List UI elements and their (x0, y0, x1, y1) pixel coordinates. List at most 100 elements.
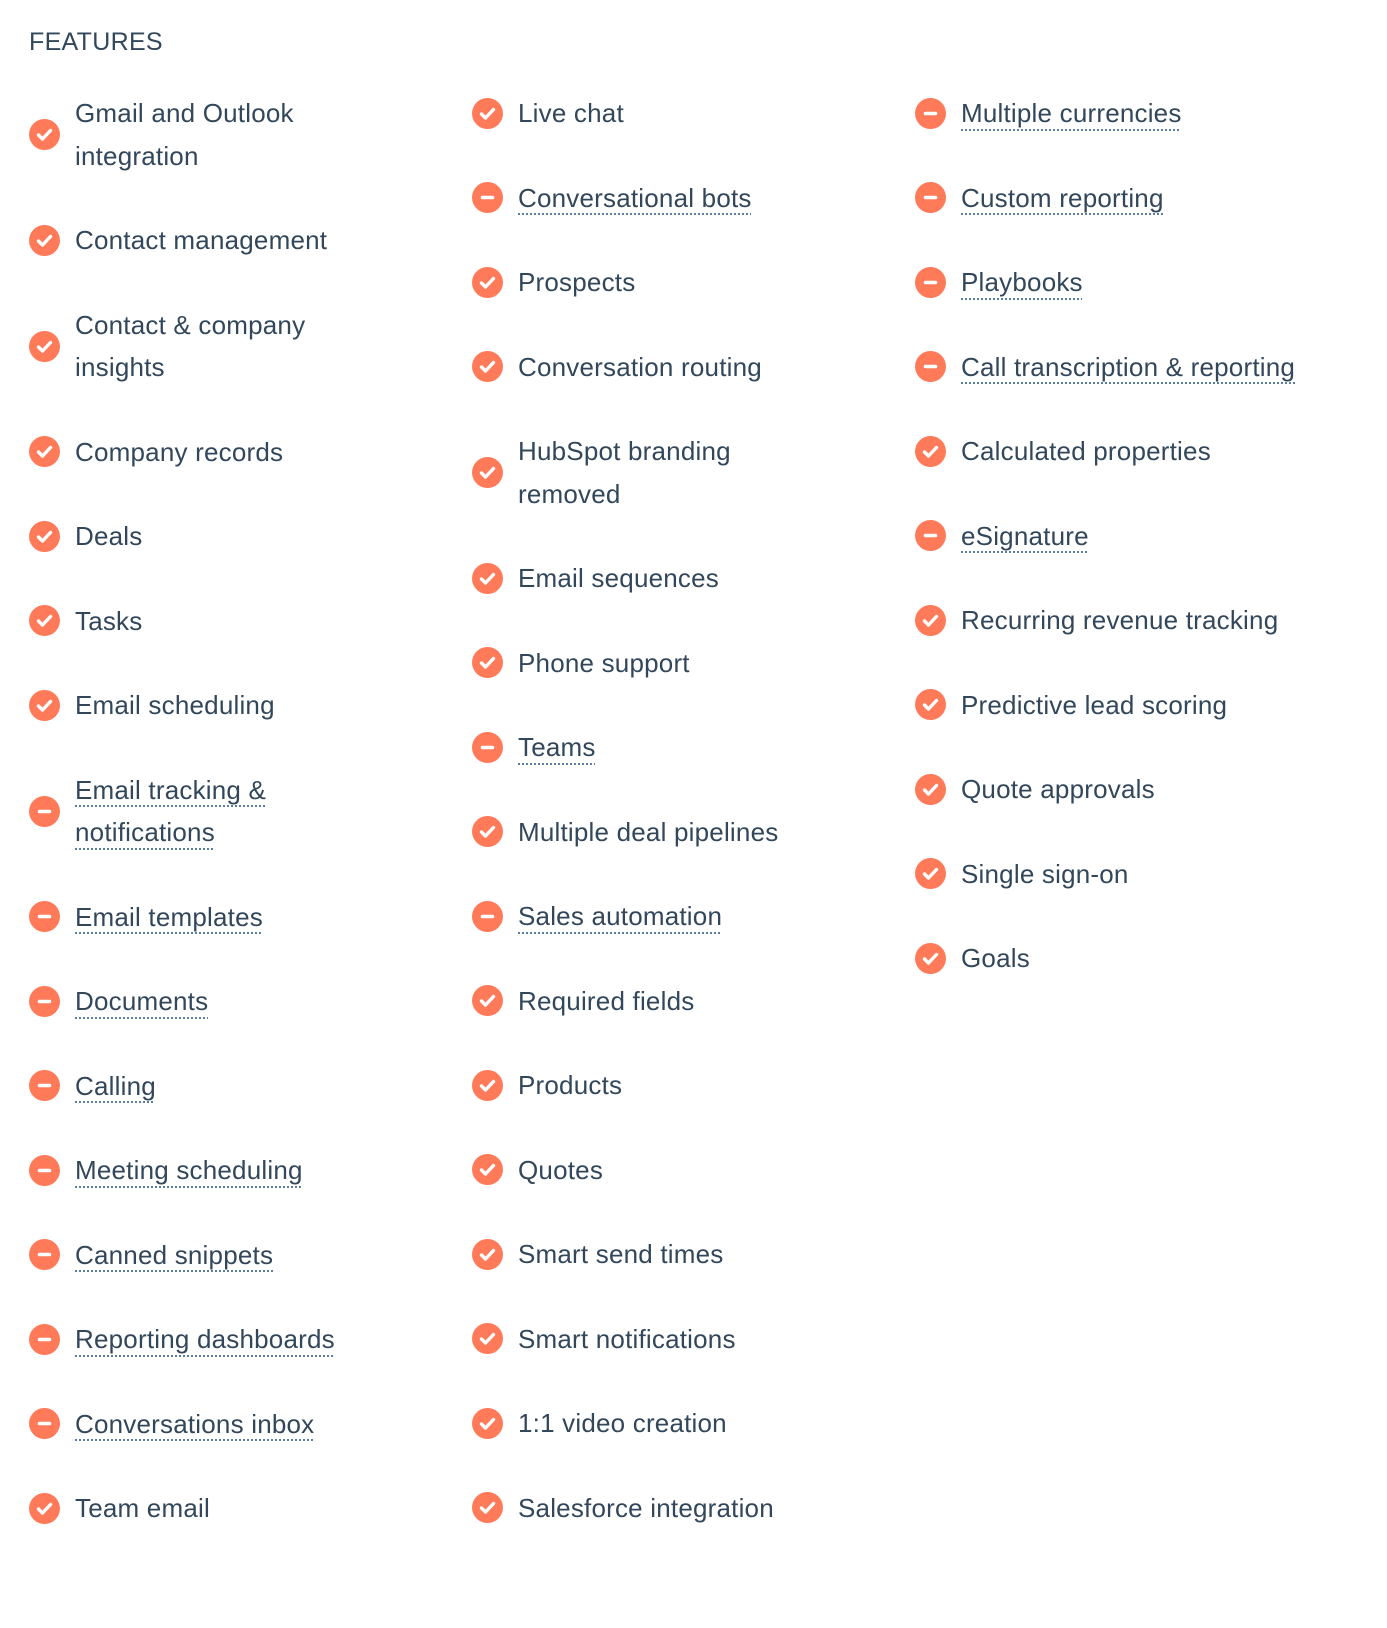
feature-label: Company records (75, 436, 284, 467)
feature-item: Deals (29, 515, 472, 558)
feature-item: Call transcription & reporting (915, 346, 1358, 389)
checkmark-glyph (36, 530, 53, 543)
feature-label: Contact management (75, 225, 328, 255)
check-circle-icon (472, 351, 503, 383)
checkmark-glyph (36, 699, 53, 712)
minus-glyph (37, 1083, 52, 1088)
feature-label-tooltip-trigger[interactable]: Multiple currencies (961, 92, 1182, 135)
feature-item: Sales automation (472, 895, 915, 938)
check-circle-icon (915, 435, 946, 467)
checkmark-glyph (479, 361, 496, 373)
checkmark-glyph (36, 340, 53, 353)
feature-label-tooltip-trigger[interactable]: eSignature (961, 515, 1089, 558)
minus-glyph (923, 280, 938, 285)
feature-label: Gmail and Outlook integration (75, 98, 294, 171)
feature-item: Email scheduling (29, 684, 472, 727)
minus-circle-icon (29, 1239, 60, 1271)
feature-item: Conversation routing (472, 346, 915, 389)
feature-item: Single sign-on (915, 853, 1358, 896)
minus-circle-icon (472, 182, 503, 214)
feature-item: Smart notifications (472, 1318, 915, 1361)
check-circle-icon (472, 1069, 503, 1101)
feature-label-tooltip-trigger[interactable]: Playbooks (961, 261, 1083, 304)
check-circle-icon (29, 605, 60, 637)
minus-glyph (37, 809, 52, 813)
minus-glyph (37, 999, 52, 1004)
feature-label-tooltip-trigger[interactable]: Calling (75, 1065, 156, 1108)
feature-item: Quotes (472, 1149, 915, 1192)
minus-circle-icon (915, 266, 946, 298)
minus-glyph (37, 914, 52, 919)
feature-label-tooltip-trigger[interactable]: Call transcription & reporting (961, 346, 1295, 389)
feature-label-tooltip-trigger[interactable]: Conversational bots (518, 177, 752, 220)
minus-circle-icon (472, 900, 503, 932)
feature-item: Tasks (29, 600, 472, 643)
check-circle-icon (472, 457, 503, 488)
feature-label: Quote approvals (961, 774, 1155, 804)
feature-label-tooltip-trigger[interactable]: Email templates (75, 896, 263, 939)
feature-item: Meeting scheduling (29, 1149, 472, 1192)
checkmark-glyph (479, 572, 496, 585)
feature-label-tooltip-trigger[interactable]: Reporting dashboards (75, 1318, 335, 1361)
feature-item: Prospects (472, 261, 915, 304)
check-circle-icon (29, 330, 60, 362)
minus-glyph (923, 195, 938, 200)
feature-item: Quote approvals (915, 768, 1358, 811)
feature-label-tooltip-trigger[interactable]: Canned snippets (75, 1234, 273, 1277)
feature-item: Calling (29, 1065, 472, 1108)
feature-item: Products (472, 1064, 915, 1107)
feature-label: Required fields (518, 985, 695, 1016)
feature-item: Contact & company insights (29, 304, 472, 389)
feature-label: Quotes (518, 1154, 604, 1185)
feature-item: 1:1 video creation (472, 1402, 915, 1445)
feature-item: Conversational bots (472, 177, 915, 220)
feature-item: Documents (29, 980, 472, 1023)
checkmark-glyph (36, 234, 53, 247)
feature-label-tooltip-trigger[interactable]: Sales automation (518, 895, 722, 938)
checkmark-glyph (479, 466, 496, 479)
checkmark-glyph (922, 614, 939, 627)
feature-label: Live chat (518, 98, 624, 128)
check-circle-icon (472, 1238, 503, 1270)
features-column-2: Live chat Conversational bots Prospects Con… (472, 92, 915, 1572)
feature-item: Company records (29, 431, 472, 474)
feature-label: Team email (75, 1493, 210, 1523)
checkmark-glyph (922, 783, 939, 796)
check-circle-icon (915, 689, 946, 721)
minus-glyph (923, 111, 938, 116)
feature-item: Teams (472, 726, 915, 769)
feature-label-tooltip-trigger[interactable]: Teams (518, 726, 596, 769)
check-circle-icon (29, 436, 60, 468)
feature-label: Salesforce integration (518, 1492, 774, 1523)
check-circle-icon (472, 1323, 503, 1355)
feature-label-tooltip-trigger[interactable]: Conversations inbox (75, 1403, 314, 1446)
feature-label: 1:1 video creation (518, 1408, 727, 1438)
feature-label-tooltip-trigger[interactable]: Documents (75, 980, 208, 1023)
minus-glyph (480, 195, 495, 200)
feature-label: Single sign-on (961, 858, 1129, 889)
checkmark-glyph (36, 446, 53, 458)
feature-item: Phone support (472, 642, 915, 685)
feature-label-tooltip-trigger[interactable]: Email tracking & notifications (75, 769, 365, 854)
features-column-3: Multiple currencies Custom reporting Playb… (915, 92, 1358, 1572)
minus-glyph (37, 1252, 52, 1257)
checkmark-glyph (36, 615, 53, 627)
feature-item: Contact management (29, 219, 472, 262)
feature-label: Smart notifications (518, 1323, 736, 1354)
feature-item: Required fields (472, 980, 915, 1023)
feature-item: Calculated properties (915, 430, 1358, 473)
check-circle-icon (29, 119, 60, 150)
checkmark-glyph (479, 995, 496, 1007)
feature-item: Smart send times (472, 1233, 915, 1276)
checkmark-glyph (479, 1333, 496, 1345)
check-circle-icon (472, 1492, 503, 1524)
feature-label: HubSpot branding removed (518, 436, 731, 509)
checkmark-glyph (922, 868, 939, 880)
feature-item: Conversations inbox (29, 1403, 472, 1446)
minus-circle-icon (915, 520, 946, 552)
feature-item: Predictive lead scoring (915, 684, 1358, 727)
feature-label-tooltip-trigger[interactable]: Custom reporting (961, 177, 1164, 220)
check-circle-icon (915, 942, 946, 974)
check-circle-icon (472, 985, 503, 1017)
feature-label-tooltip-trigger[interactable]: Meeting scheduling (75, 1149, 303, 1192)
